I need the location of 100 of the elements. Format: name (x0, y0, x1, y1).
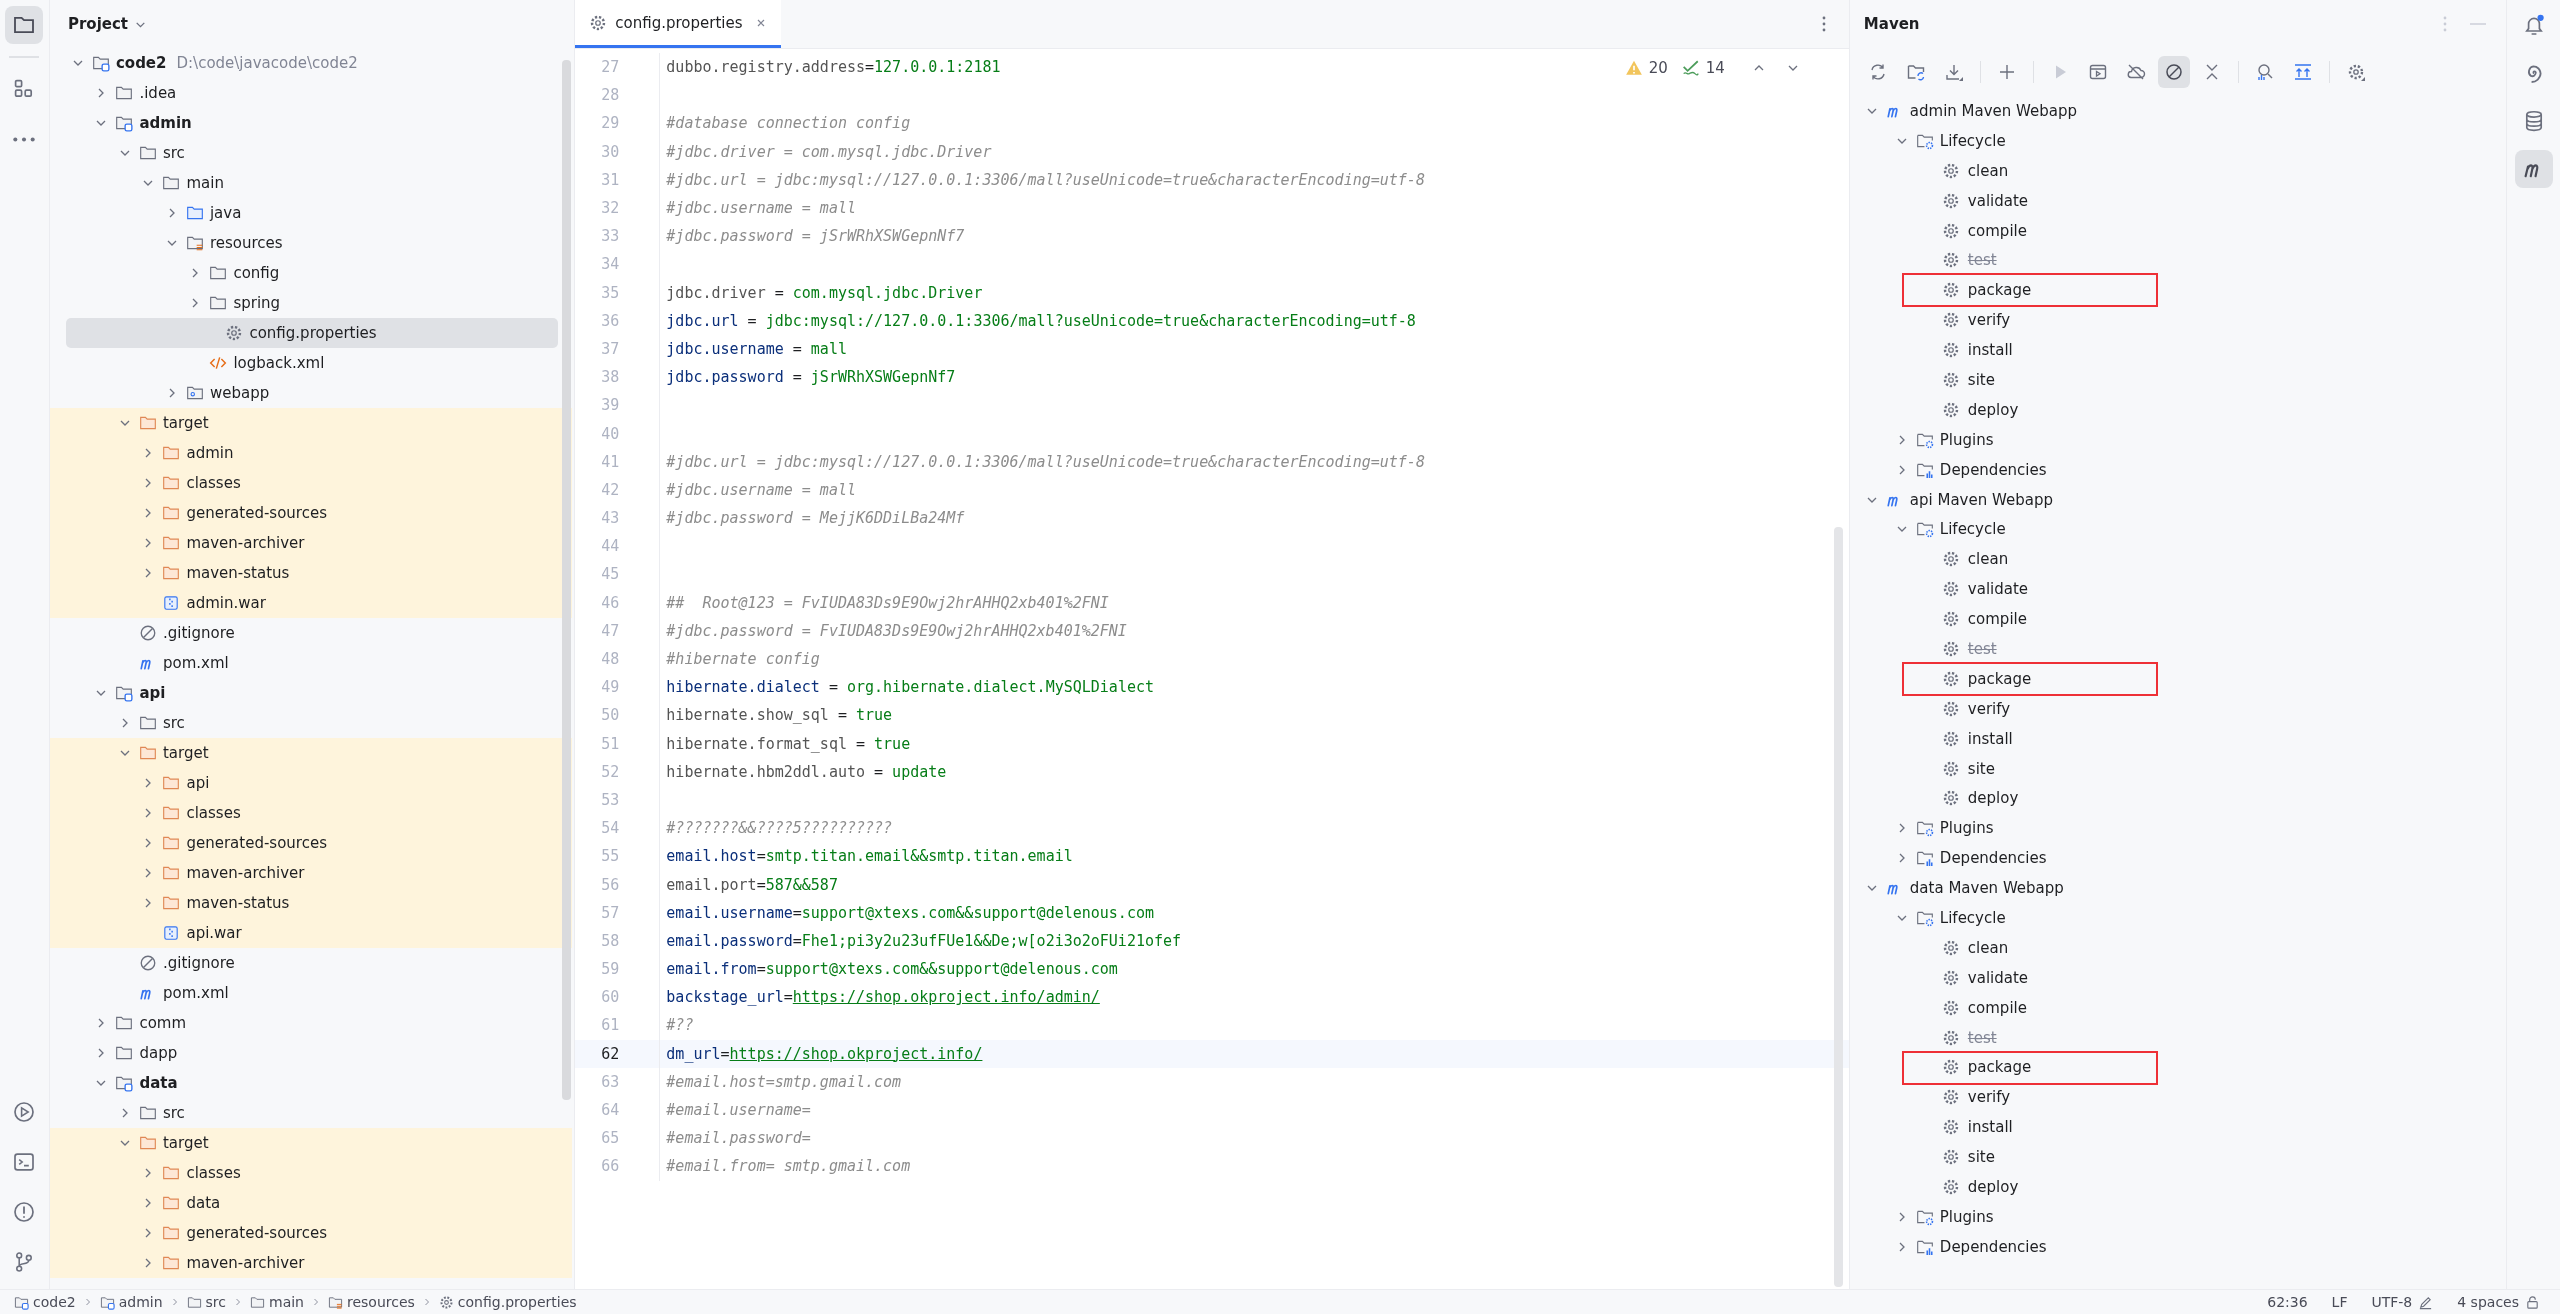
breadcrumb[interactable]: admin (99, 1294, 163, 1310)
tree-item[interactable]: code2 D:\code\javacode\code2 (49, 48, 573, 78)
tree-item[interactable]: src (49, 1098, 573, 1128)
maven-goal[interactable]: install (1849, 1112, 2507, 1143)
project-view-dropdown[interactable]: Project (63, 13, 151, 35)
tree-item[interactable]: classes (49, 1158, 573, 1188)
tree-item[interactable]: Lifecycle (1849, 903, 2507, 933)
maven-goal[interactable]: compile (1849, 992, 2507, 1023)
maven-goal[interactable]: verify (1849, 693, 2507, 724)
tree-item[interactable]: data (49, 1188, 573, 1218)
tree-item[interactable]: admin.war (49, 588, 573, 618)
tree-item[interactable]: src (49, 708, 573, 738)
maven-goal[interactable]: package (1849, 275, 2507, 306)
tree-item[interactable]: spring (49, 288, 573, 318)
line-separator[interactable]: LF (2331, 1294, 2348, 1310)
maven-goal[interactable]: package (1849, 1052, 2507, 1083)
tree-item[interactable]: Lifecycle (1849, 125, 2507, 156)
maven-goal[interactable]: clean (1849, 155, 2507, 186)
slashed-circle-icon (2163, 62, 2184, 82)
project-tool-button[interactable] (5, 6, 44, 44)
tree-item[interactable]: .idea (49, 78, 573, 108)
tree-item[interactable]: webapp (49, 378, 573, 408)
tree-item[interactable]: Plugins (1849, 813, 2507, 844)
tree-item[interactable]: api (49, 768, 573, 798)
tree-item[interactable]: target (49, 408, 573, 438)
tree-item[interactable]: Dependencies (1849, 1231, 2507, 1262)
maven-goal[interactable]: validate (1849, 962, 2507, 993)
tree-item[interactable]: Plugins (1849, 1201, 2507, 1232)
skip-tests-button[interactable] (2157, 56, 2190, 88)
pencil-icon[interactable] (2418, 1294, 2434, 1310)
maven-goal[interactable]: deploy (1849, 394, 2507, 425)
maven-goal[interactable]: validate (1849, 574, 2507, 605)
tree-item[interactable]: config (49, 258, 573, 288)
check-count[interactable]: 14 (1705, 59, 1725, 77)
more-icon[interactable] (1820, 14, 1827, 34)
maven-goal[interactable]: verify (1849, 305, 2507, 336)
tree-item[interactable]: Dependencies (1849, 843, 2507, 874)
tree-item[interactable]: src (49, 138, 573, 168)
tree-item[interactable]: classes (49, 468, 573, 498)
scrollbar[interactable] (562, 60, 572, 1100)
maven-goal[interactable]: install (1849, 723, 2507, 754)
tree-item[interactable]: Plugins (1849, 424, 2507, 455)
maven-goal[interactable]: site (1849, 1142, 2507, 1173)
maven-goal[interactable]: site (1849, 365, 2507, 395)
maven-goal[interactable]: verify (1849, 1082, 2507, 1113)
maven-goal[interactable]: deploy (1849, 1172, 2507, 1202)
tree-item[interactable]: data (49, 1068, 573, 1098)
tree-item[interactable]: api Maven Webapp (1849, 484, 2507, 515)
lock-icon[interactable] (2525, 1294, 2540, 1310)
tree-item[interactable]: java (49, 198, 573, 228)
tree-item[interactable]: pom.xml (49, 648, 573, 678)
tree-item[interactable]: config.properties (65, 318, 559, 348)
editor-tab[interactable]: config.properties (575, 0, 781, 48)
tree-item[interactable]: comm (49, 1008, 573, 1038)
maven-goal[interactable]: install (1849, 335, 2507, 365)
tree-item[interactable]: maven-status (49, 888, 573, 918)
tree-item[interactable]: generated-sources (49, 498, 573, 528)
tree-item[interactable]: target (49, 1128, 573, 1158)
maven-goal[interactable]: clean (1849, 544, 2507, 575)
tree-item[interactable]: generated-sources (49, 828, 573, 858)
breadcrumb[interactable]: src (186, 1294, 226, 1310)
tree-item[interactable]: classes (49, 798, 573, 828)
tree-item[interactable]: generated-sources (49, 1218, 573, 1248)
breadcrumb[interactable]: code2 (14, 1294, 76, 1310)
maven-tool-button[interactable] (2514, 150, 2553, 188)
tree-item[interactable]: main (49, 168, 573, 198)
maven-goal[interactable]: clean (1849, 932, 2507, 963)
breadcrumb[interactable]: resources (328, 1294, 415, 1310)
warning-count[interactable]: 20 (1648, 59, 1668, 77)
tree-item[interactable]: admin Maven Webapp (1849, 96, 2507, 126)
tree-item[interactable]: resources (49, 228, 573, 258)
tree-item[interactable]: maven-archiver (49, 528, 573, 558)
tree-item[interactable]: target (49, 738, 573, 768)
tree-item[interactable]: .gitignore (49, 618, 573, 648)
maven-goal[interactable]: deploy (1849, 783, 2507, 814)
tree-item[interactable]: dapp (49, 1038, 573, 1068)
tree-item[interactable]: logback.xml (49, 348, 573, 378)
tree-item[interactable]: Dependencies (1849, 454, 2507, 485)
tree-item[interactable]: maven-archiver (49, 858, 573, 888)
maven-goal[interactable]: compile (1849, 604, 2507, 635)
maven-goal[interactable]: compile (1849, 215, 2507, 246)
tree-item[interactable]: admin (49, 438, 573, 468)
tree-item[interactable]: pom.xml (49, 978, 573, 1008)
tree-item[interactable]: admin (49, 108, 573, 138)
maven-goal[interactable]: validate (1849, 185, 2507, 216)
maven-goal[interactable]: package (1849, 663, 2507, 694)
caret-position[interactable]: 62:36 (2267, 1294, 2308, 1310)
tree-item[interactable]: maven-status (49, 558, 573, 588)
breadcrumb[interactable]: main (250, 1294, 304, 1310)
tree-item[interactable]: api (49, 678, 573, 708)
tree-item[interactable]: Lifecycle (1849, 514, 2507, 545)
maven-goal[interactable]: site (1849, 753, 2507, 784)
tree-item[interactable]: data Maven Webapp (1849, 873, 2507, 904)
breadcrumb[interactable]: config.properties (438, 1294, 577, 1310)
tree-item[interactable]: api.war (49, 918, 573, 948)
file-encoding[interactable]: UTF-8 (2371, 1294, 2413, 1310)
scrollbar[interactable] (1833, 527, 1843, 1287)
indent-setting[interactable]: 4 spaces (2457, 1294, 2519, 1310)
tree-item[interactable]: maven-archiver (49, 1248, 573, 1278)
tree-item[interactable]: .gitignore (49, 948, 573, 978)
